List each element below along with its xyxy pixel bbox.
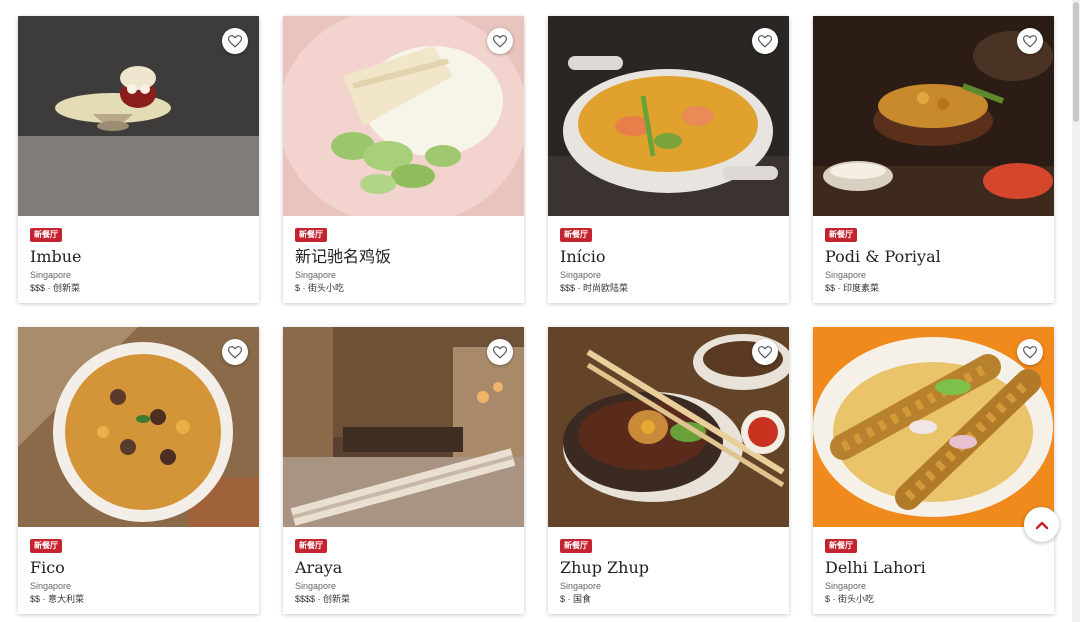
- heart-outline-icon: [1023, 34, 1037, 48]
- scrollbar-thumb[interactable]: [1073, 2, 1079, 122]
- restaurant-location: Singapore: [560, 581, 602, 591]
- restaurant-name[interactable]: 新记驰名鸡饭: [295, 247, 512, 267]
- favorite-button[interactable]: [1017, 28, 1043, 54]
- restaurant-location: Singapore: [30, 581, 72, 591]
- heart-outline-icon: [493, 345, 507, 359]
- restaurant-grid: 新餐厅 Imbue Singapore $$$ · 创新菜 新餐厅 新记驰名鸡饭…: [18, 16, 1054, 614]
- restaurant-price-cuisine: $$ · 意大利菜: [30, 594, 85, 604]
- restaurant-price-cuisine: $ · 街头小吃: [825, 594, 875, 604]
- restaurant-location: Singapore: [825, 581, 867, 591]
- restaurant-card[interactable]: 新餐厅 Delhi Lahori Singapore $ · 街头小吃: [813, 327, 1054, 614]
- restaurant-price-cuisine: $ · 街头小吃: [295, 283, 345, 293]
- heart-outline-icon: [758, 34, 772, 48]
- favorite-button[interactable]: [222, 339, 248, 365]
- heart-outline-icon: [228, 34, 242, 48]
- restaurant-price-cuisine: $$ · 印度素菜: [825, 283, 880, 293]
- favorite-button[interactable]: [1017, 339, 1043, 365]
- favorite-button[interactable]: [222, 28, 248, 54]
- card-info: 新餐厅 Imbue Singapore $$$ · 创新菜: [30, 224, 247, 294]
- restaurant-card[interactable]: 新餐厅 Araya Singapore $$$$ · 创新菜: [283, 327, 524, 614]
- new-restaurant-badge: 新餐厅: [295, 228, 327, 242]
- restaurant-name[interactable]: Zhup Zhup: [560, 558, 777, 578]
- restaurant-name[interactable]: Início: [560, 247, 777, 267]
- restaurant-card[interactable]: 新餐厅 Zhup Zhup Singapore $ · 国食: [548, 327, 789, 614]
- restaurant-price-cuisine: $$$$ · 创新菜: [295, 594, 351, 604]
- restaurant-location: Singapore: [295, 581, 337, 591]
- new-restaurant-badge: 新餐厅: [30, 539, 62, 553]
- heart-outline-icon: [228, 345, 242, 359]
- restaurant-name[interactable]: Imbue: [30, 247, 247, 267]
- card-info: 新餐厅 Zhup Zhup Singapore $ · 国食: [560, 535, 777, 605]
- favorite-button[interactable]: [752, 28, 778, 54]
- restaurant-price-cuisine: $$$ · 时尚欧陆菜: [560, 283, 629, 293]
- restaurant-card[interactable]: 新餐厅 Início Singapore $$$ · 时尚欧陆菜: [548, 16, 789, 303]
- restaurant-name[interactable]: Araya: [295, 558, 512, 578]
- back-to-top-button[interactable]: [1024, 507, 1059, 542]
- heart-outline-icon: [1023, 345, 1037, 359]
- favorite-button[interactable]: [752, 339, 778, 365]
- page-scrollbar[interactable]: [1072, 0, 1080, 622]
- new-restaurant-badge: 新餐厅: [825, 539, 857, 553]
- card-info: 新餐厅 Fico Singapore $$ · 意大利菜: [30, 535, 247, 605]
- favorite-button[interactable]: [487, 28, 513, 54]
- heart-outline-icon: [758, 345, 772, 359]
- card-info: 新餐厅 Delhi Lahori Singapore $ · 街头小吃: [825, 535, 1042, 605]
- restaurant-card[interactable]: 新餐厅 Fico Singapore $$ · 意大利菜: [18, 327, 259, 614]
- new-restaurant-badge: 新餐厅: [30, 228, 62, 242]
- restaurant-name[interactable]: Delhi Lahori: [825, 558, 1042, 578]
- restaurant-location: Singapore: [825, 270, 867, 280]
- new-restaurant-badge: 新餐厅: [560, 539, 592, 553]
- card-info: 新餐厅 Início Singapore $$$ · 时尚欧陆菜: [560, 224, 777, 294]
- chevron-up-icon: [1035, 521, 1048, 529]
- restaurant-location: Singapore: [560, 270, 602, 280]
- new-restaurant-badge: 新餐厅: [295, 539, 327, 553]
- restaurant-location: Singapore: [295, 270, 337, 280]
- restaurant-name[interactable]: Podi & Poriyal: [825, 247, 1042, 267]
- restaurant-card[interactable]: 新餐厅 新记驰名鸡饭 Singapore $ · 街头小吃: [283, 16, 524, 303]
- restaurant-location: Singapore: [30, 270, 72, 280]
- card-info: 新餐厅 新记驰名鸡饭 Singapore $ · 街头小吃: [295, 224, 512, 294]
- new-restaurant-badge: 新餐厅: [825, 228, 857, 242]
- heart-outline-icon: [493, 34, 507, 48]
- card-info: 新餐厅 Podi & Poriyal Singapore $$ · 印度素菜: [825, 224, 1042, 294]
- restaurant-name[interactable]: Fico: [30, 558, 247, 578]
- restaurant-card[interactable]: 新餐厅 Imbue Singapore $$$ · 创新菜: [18, 16, 259, 303]
- new-restaurant-badge: 新餐厅: [560, 228, 592, 242]
- restaurant-price-cuisine: $ · 国食: [560, 594, 592, 604]
- card-info: 新餐厅 Araya Singapore $$$$ · 创新菜: [295, 535, 512, 605]
- restaurant-price-cuisine: $$$ · 创新菜: [30, 283, 81, 293]
- favorite-button[interactable]: [487, 339, 513, 365]
- restaurant-card[interactable]: 新餐厅 Podi & Poriyal Singapore $$ · 印度素菜: [813, 16, 1054, 303]
